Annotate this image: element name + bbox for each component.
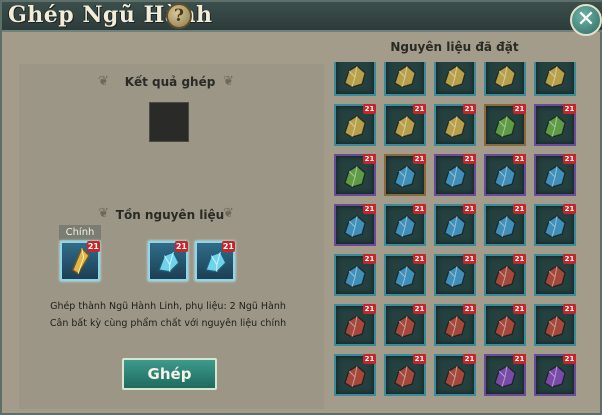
ornament-right-icon: ❦	[223, 74, 234, 89]
help-button[interactable]: ?	[166, 3, 192, 29]
item-count-badge: 21	[513, 204, 526, 214]
item-count-badge: 21	[363, 104, 376, 114]
placed-material-slot[interactable]: 21	[334, 104, 376, 146]
item-count-badge: 21	[363, 304, 376, 314]
sub-material-slot[interactable]: 21	[148, 241, 188, 281]
close-button[interactable]: ✕	[570, 4, 602, 36]
main-material-slot[interactable]: 21	[60, 241, 100, 281]
item-count-badge: 21	[363, 154, 376, 164]
title-bar: Ghép Ngũ Hành ?	[2, 2, 602, 32]
item-count-badge: 21	[413, 254, 426, 264]
craft-button[interactable]: Ghép	[122, 358, 217, 390]
placed-material-slot[interactable]: 21	[434, 304, 476, 346]
sub-material-slot[interactable]: 21	[195, 241, 235, 281]
item-count-badge: 21	[513, 104, 526, 114]
placed-material-slot[interactable]: 21	[334, 154, 376, 196]
placed-material-slot[interactable]	[484, 62, 526, 96]
item-count-badge: 21	[513, 154, 526, 164]
item-count-badge: 21	[413, 354, 426, 364]
placed-material-slot[interactable]: 21	[384, 104, 426, 146]
materials-label: Tồn nguyên liệu	[115, 208, 225, 222]
item-count-badge: 21	[563, 104, 576, 114]
item-count-badge: 21	[413, 304, 426, 314]
placed-material-slot[interactable]: 21	[484, 204, 526, 246]
item-count-badge: 21	[563, 204, 576, 214]
placed-material-slot[interactable]: 21	[484, 354, 526, 396]
placed-material-slot[interactable]: 21	[434, 104, 476, 146]
placed-material-slot[interactable]: 21	[434, 204, 476, 246]
placed-material-slot[interactable]: 21	[384, 304, 426, 346]
ore-icon	[344, 65, 366, 88]
item-count-badge: 21	[513, 354, 526, 364]
placed-material-slot[interactable]: 21	[534, 204, 576, 246]
placed-material-slot[interactable]: 21	[434, 354, 476, 396]
item-count-badge: 21	[413, 104, 426, 114]
placed-material-slot[interactable]	[534, 62, 576, 96]
item-count-badge: 21	[363, 254, 376, 264]
placed-material-slot[interactable]: 21	[384, 254, 426, 296]
item-count-badge: 21	[563, 354, 576, 364]
item-count-badge: 21	[413, 204, 426, 214]
placed-material-slot[interactable]: 21	[534, 104, 576, 146]
placed-material-slot[interactable]: 21	[534, 254, 576, 296]
placed-material-slot[interactable]: 21	[334, 304, 376, 346]
item-count-badge: 21	[174, 241, 188, 252]
item-count-badge: 21	[463, 354, 476, 364]
item-count-badge: 21	[363, 204, 376, 214]
placed-material-slot[interactable]: 21	[434, 154, 476, 196]
ornament-right-icon: ❦	[223, 206, 234, 221]
item-count-badge: 21	[363, 354, 376, 364]
placed-material-slot[interactable]	[384, 62, 426, 96]
placed-material-slot[interactable]	[334, 62, 376, 96]
placed-material-slot[interactable]: 21	[334, 254, 376, 296]
placed-material-slot[interactable]: 21	[534, 304, 576, 346]
item-count-badge: 21	[513, 254, 526, 264]
ore-icon	[494, 65, 516, 88]
result-slot[interactable]	[149, 102, 189, 142]
item-count-badge: 21	[563, 254, 576, 264]
item-count-badge: 21	[86, 241, 100, 252]
placed-material-slot[interactable]: 21	[484, 254, 526, 296]
craft-window: Ghép Ngũ Hành ? ✕ ❦ Kết quả ghép ❦ ❦ Tồn…	[0, 0, 602, 415]
placed-material-slot[interactable]: 21	[534, 154, 576, 196]
placed-materials-grid: 21 21 21 21 21 21 21 21 21 21 21 21 21 21 21 21 21 21 21 21…	[330, 62, 580, 412]
placed-material-slot[interactable]: 21	[384, 154, 426, 196]
ore-icon	[394, 65, 416, 88]
craft-description: Ghép thành Ngũ Hành Linh, phụ liệu: 2 Ng…	[49, 301, 287, 329]
item-count-badge: 21	[463, 104, 476, 114]
placed-materials-label: Nguyên liệu đã đặt	[390, 40, 519, 54]
result-label: Kết quả ghép	[124, 75, 216, 89]
item-count-badge: 21	[563, 304, 576, 314]
item-count-badge: 21	[563, 154, 576, 164]
ore-icon	[544, 65, 566, 88]
placed-material-slot[interactable]: 21	[334, 204, 376, 246]
placed-material-slot[interactable]: 21	[384, 204, 426, 246]
placed-material-slot[interactable]: 21	[434, 254, 476, 296]
placed-material-slot[interactable]: 21	[484, 304, 526, 346]
item-count-badge: 21	[463, 154, 476, 164]
placed-material-slot[interactable]	[434, 62, 476, 96]
placed-material-slot[interactable]: 21	[384, 354, 426, 396]
item-count-badge: 21	[221, 241, 235, 252]
ore-icon	[444, 65, 466, 88]
placed-material-slot[interactable]: 21	[534, 354, 576, 396]
item-count-badge: 21	[463, 304, 476, 314]
placed-material-slot[interactable]: 21	[484, 154, 526, 196]
item-count-badge: 21	[413, 154, 426, 164]
placed-material-slot[interactable]: 21	[484, 104, 526, 146]
item-count-badge: 21	[463, 204, 476, 214]
item-count-badge: 21	[463, 254, 476, 264]
placed-material-slot[interactable]: 21	[334, 354, 376, 396]
main-material-tag: Chính	[59, 225, 101, 240]
item-count-badge: 21	[513, 304, 526, 314]
